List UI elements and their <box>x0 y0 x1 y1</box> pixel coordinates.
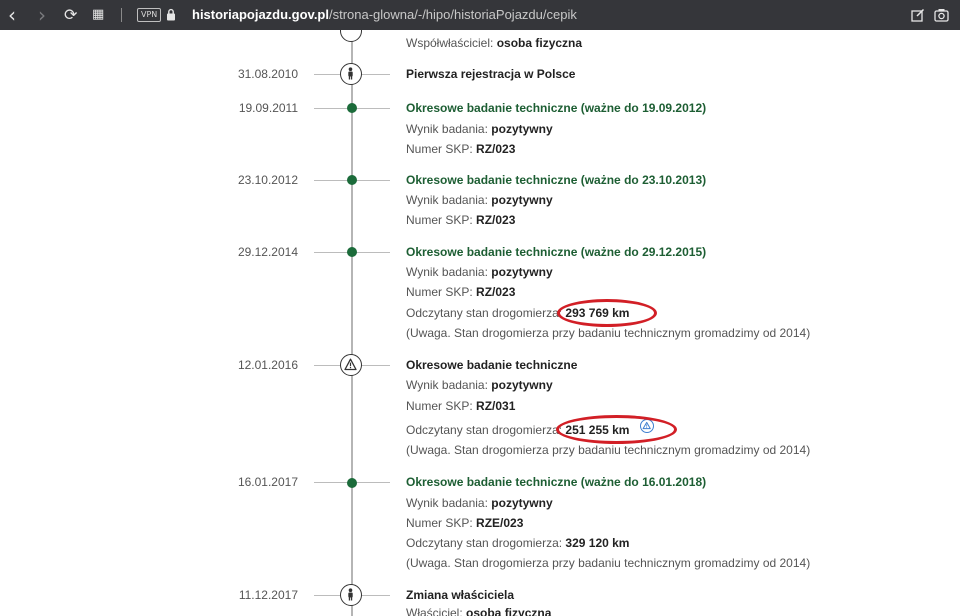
owner-row: Właściciel: osoba fizyczna <box>406 606 551 616</box>
back-icon[interactable]: ‹ <box>8 0 16 30</box>
result-label: Wynik badania: <box>406 496 488 510</box>
result-label: Wynik badania: <box>406 122 488 136</box>
edit-icon[interactable] <box>911 8 925 27</box>
camera-icon[interactable] <box>934 8 949 27</box>
event-date: 12.01.2016 <box>237 358 298 372</box>
url-path: /strona-glowna/-/hipo/historiaPojazdu/ce… <box>328 7 577 22</box>
result-row: Wynik badania: pozytywny <box>406 193 553 207</box>
skp-label: Numer SKP: <box>406 516 473 530</box>
skp-value: RZ/023 <box>476 285 516 299</box>
result-label: Wynik badania: <box>406 378 488 392</box>
event-date: 23.10.2012 <box>237 173 298 187</box>
result-value: pozytywny <box>491 378 553 392</box>
result-row: Wynik badania: pozytywny <box>406 378 553 392</box>
odometer-label: Odczytany stan drogomierza: <box>406 423 563 437</box>
red-highlight-oval <box>556 415 677 444</box>
event-date: 29.12.2014 <box>237 245 298 259</box>
address-bar[interactable]: historiapojazdu.gov.pl/strona-glowna/-/h… <box>192 0 577 30</box>
result-value: pozytywny <box>491 265 553 279</box>
vehicle-history-timeline: Współwłaściciel: osoba fizyczna 31.08.20… <box>0 30 960 616</box>
odometer-note: (Uwaga. Stan drogomierza przy badaniu te… <box>406 326 811 340</box>
odometer-row: Odczytany stan drogomierza: 329 120 km <box>406 536 629 550</box>
odometer-note: (Uwaga. Stan drogomierza przy badaniu te… <box>406 556 811 570</box>
event-date: 19.09.2011 <box>238 101 298 115</box>
inspection-dot-icon <box>347 247 357 257</box>
event-date: 11.12.2017 <box>238 588 298 602</box>
inspection-dot-icon <box>347 103 357 113</box>
odometer-label: Odczytany stan drogomierza: <box>406 306 563 320</box>
url-host: historiapojazdu.gov.pl <box>192 7 329 22</box>
event-title: Zmiana właściciela <box>406 588 515 602</box>
browser-toolbar: ‹ › ⟳ ▦ VPN historiapojazdu.gov.pl/stron… <box>0 0 960 30</box>
toolbar-divider <box>121 8 122 22</box>
event-title: Okresowe badanie techniczne (ważne do 16… <box>406 475 707 489</box>
skp-value: RZE/023 <box>476 516 524 530</box>
coowner-row: Współwłaściciel: osoba fizyczna <box>406 36 582 50</box>
odometer-note: (Uwaga. Stan drogomierza przy badaniu te… <box>406 443 811 457</box>
odometer-value: 329 120 km <box>565 536 630 550</box>
skp-value: RZ/023 <box>476 142 516 156</box>
person-marker-icon <box>340 584 362 606</box>
result-row: Wynik badania: pozytywny <box>406 122 553 136</box>
result-label: Wynik badania: <box>406 265 488 279</box>
owner-value: osoba fizyczna <box>466 606 552 616</box>
timeline-axis <box>351 30 353 616</box>
event-title: Pierwsza rejestracja w Polsce <box>406 67 576 81</box>
event-date: 16.01.2017 <box>237 475 298 489</box>
coowner-label: Współwłaściciel: <box>406 36 494 50</box>
odometer-label: Odczytany stan drogomierza: <box>406 536 563 550</box>
skp-label: Numer SKP: <box>406 285 473 299</box>
result-row: Wynik badania: pozytywny <box>406 265 553 279</box>
result-value: pozytywny <box>491 496 553 510</box>
result-value: pozytywny <box>491 122 553 136</box>
forward-icon[interactable]: › <box>38 0 46 30</box>
skp-value: RZ/023 <box>476 213 516 227</box>
reload-icon[interactable]: ⟳ <box>64 0 77 30</box>
result-label: Wynik badania: <box>406 193 488 207</box>
inspection-dot-icon <box>347 175 357 185</box>
coowner-value: osoba fizyczna <box>496 36 583 50</box>
owner-label: Właściciel: <box>406 606 463 616</box>
skp-row: Numer SKP: RZE/023 <box>406 516 523 530</box>
grid-icon[interactable]: ▦ <box>92 0 104 30</box>
skp-row: Numer SKP: RZ/023 <box>406 142 515 156</box>
skp-row: Numer SKP: RZ/023 <box>406 285 515 299</box>
red-highlight-oval <box>557 299 657 327</box>
person-marker-icon <box>340 30 362 42</box>
result-value: pozytywny <box>491 193 553 207</box>
skp-label: Numer SKP: <box>406 142 473 156</box>
event-title: Okresowe badanie techniczne (ważne do 19… <box>406 101 707 115</box>
skp-value: RZ/031 <box>476 399 516 413</box>
event-title: Okresowe badanie techniczne <box>406 358 578 372</box>
vpn-badge[interactable]: VPN <box>137 8 162 22</box>
result-row: Wynik badania: pozytywny <box>406 496 553 510</box>
inspection-dot-icon <box>347 478 357 488</box>
person-marker-icon <box>340 63 362 85</box>
event-title: Okresowe badanie techniczne (ważne do 23… <box>406 173 707 187</box>
skp-label: Numer SKP: <box>406 213 473 227</box>
lock-icon <box>166 8 176 26</box>
warning-marker-icon <box>340 354 362 376</box>
skp-label: Numer SKP: <box>406 399 473 413</box>
event-title: Okresowe badanie techniczne (ważne do 29… <box>406 245 707 259</box>
event-date: 31.08.2010 <box>237 67 298 81</box>
skp-row: Numer SKP: RZ/031 <box>406 399 515 413</box>
skp-row: Numer SKP: RZ/023 <box>406 213 515 227</box>
